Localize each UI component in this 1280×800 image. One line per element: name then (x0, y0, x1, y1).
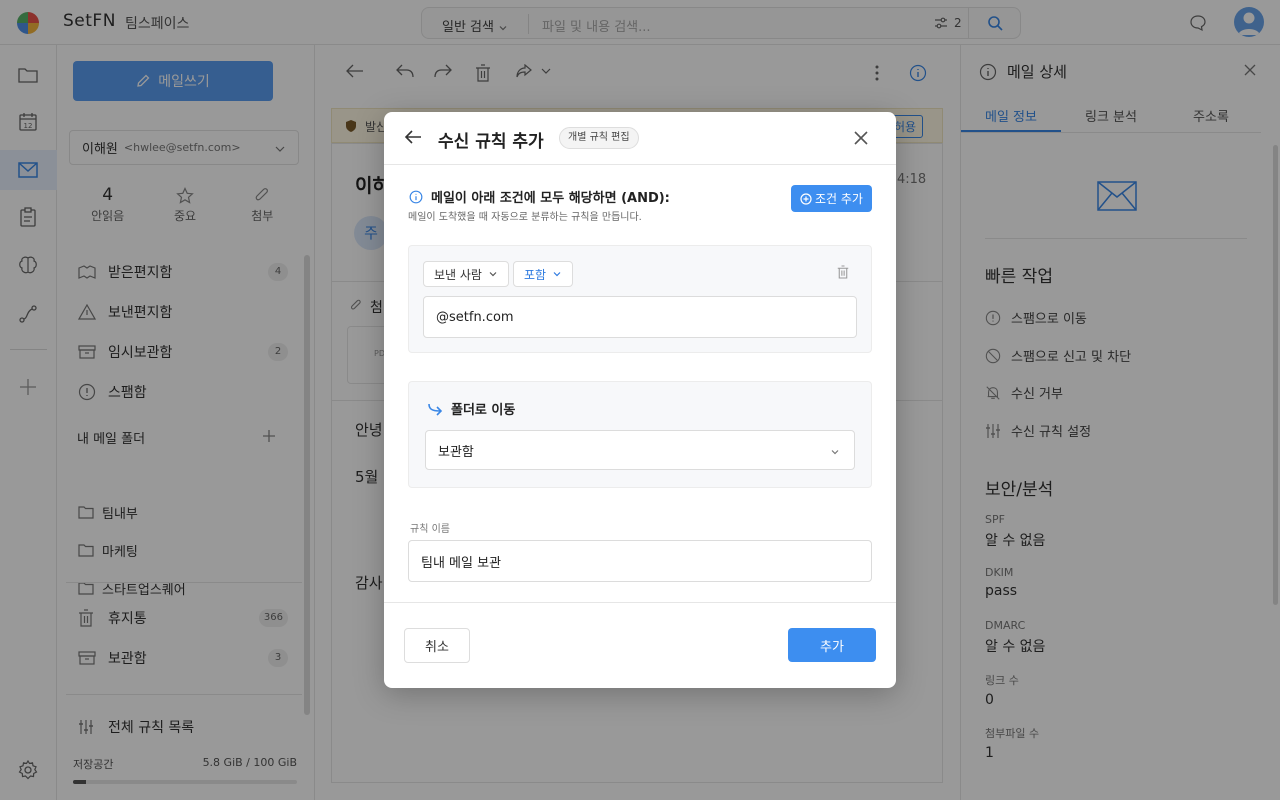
condition-field-select[interactable]: 보낸 사람 (423, 261, 509, 287)
chevron-down-icon (489, 272, 497, 277)
dialog-title: 수신 규칙 추가 (438, 132, 544, 152)
add-condition-label: 조건 추가 (815, 192, 863, 206)
add-rule-dialog: 수신 규칙 추가 개별 규칙 편집 메일이 아래 조건에 모두 해당하면 (AN… (384, 112, 896, 688)
back-arrow-icon[interactable] (404, 129, 422, 145)
field-select-value: 보낸 사람 (434, 267, 482, 282)
submit-button[interactable]: 추가 (788, 628, 876, 662)
action-label-text: 폴더로 이동 (451, 403, 516, 418)
rule-name-input[interactable]: 팀내 메일 보관 (408, 540, 872, 582)
close-icon[interactable] (853, 130, 869, 146)
curved-arrow-icon (428, 403, 443, 416)
rule-name-label: 규칙 이름 (410, 524, 450, 535)
condition-operator-select[interactable]: 포함 (513, 261, 574, 287)
chevron-down-icon (831, 450, 839, 455)
condition-subtext: 메일이 도착했을 때 자동으로 분류하는 규칙을 만듭니다. (408, 212, 642, 223)
add-condition-button[interactable]: 조건 추가 (791, 185, 872, 212)
dialog-header: 수신 규칙 추가 개별 규칙 편집 (384, 112, 896, 165)
action-section: 폴더로 이동 보관함 (408, 381, 872, 488)
folder-select-value: 보관함 (438, 444, 474, 460)
edit-mode-tag: 개별 규칙 편집 (559, 127, 639, 149)
plus-circle-icon (800, 192, 812, 205)
delete-condition-icon[interactable] (837, 265, 849, 279)
info-icon (409, 190, 423, 203)
operator-select-value: 포함 (524, 267, 547, 282)
action-label: 폴더로 이동 (427, 399, 515, 418)
condition-row: 보낸 사람 포함 @setfn.com (408, 245, 872, 353)
cancel-button[interactable]: 취소 (404, 628, 470, 663)
chevron-down-icon (553, 272, 561, 277)
folder-select[interactable]: 보관함 (425, 430, 855, 470)
condition-heading-text: 메일이 아래 조건에 모두 해당하면 (AND): (431, 191, 670, 206)
condition-heading: 메일이 아래 조건에 모두 해당하면 (AND): (409, 187, 670, 206)
dialog-footer-divider (384, 602, 896, 603)
condition-value-input[interactable]: @setfn.com (423, 296, 857, 338)
